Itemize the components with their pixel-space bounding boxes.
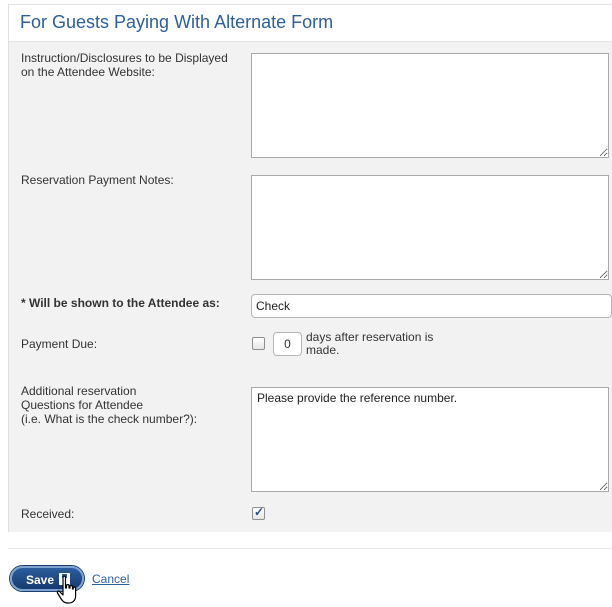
payment-due-days-input[interactable]: 0 <box>273 332 302 356</box>
received-label: Received: <box>21 507 75 521</box>
questions-label-line2: Questions for Attendee <box>21 398 144 412</box>
received-checkbox[interactable]: ✓ <box>252 505 265 520</box>
shown-as-input[interactable] <box>251 294 612 318</box>
payment-notes-label: Reservation Payment Notes: <box>21 173 174 187</box>
questions-label-line1: Additional reservation <box>21 384 137 398</box>
questions-label: Additional reservation Questions for Att… <box>21 384 197 426</box>
payment-due-text-line2: made. <box>306 343 340 357</box>
instructions-label: Instruction/Disclosures to be Displayed … <box>21 51 228 79</box>
payment-notes-textarea[interactable] <box>251 175 609 280</box>
payment-due-checkbox[interactable] <box>252 337 265 350</box>
payment-due-label: Payment Due: <box>21 337 98 351</box>
alternate-form-panel: For Guests Paying With Alternate Form In… <box>8 4 612 532</box>
shown-as-label: * Will be shown to the Attendee as: <box>21 296 220 310</box>
panel-title: For Guests Paying With Alternate Form <box>20 12 334 32</box>
save-button-label: Save <box>26 573 55 587</box>
hand-cursor-icon <box>56 575 77 604</box>
divider <box>8 548 612 549</box>
panel-header: For Guests Paying With Alternate Form <box>9 4 612 42</box>
instructions-textarea[interactable] <box>251 53 609 158</box>
payment-due-text: days after reservation is made. <box>306 331 456 357</box>
instructions-label-line2: on the Attendee Website: <box>21 65 155 79</box>
cancel-link[interactable]: Cancel <box>92 572 129 586</box>
check-mark-icon: ✓ <box>254 505 265 519</box>
questions-label-line3: (i.e. What is the check number?): <box>21 412 198 426</box>
instructions-label-line1: Instruction/Disclosures to be Displayed <box>21 51 228 65</box>
questions-textarea[interactable] <box>251 387 609 492</box>
